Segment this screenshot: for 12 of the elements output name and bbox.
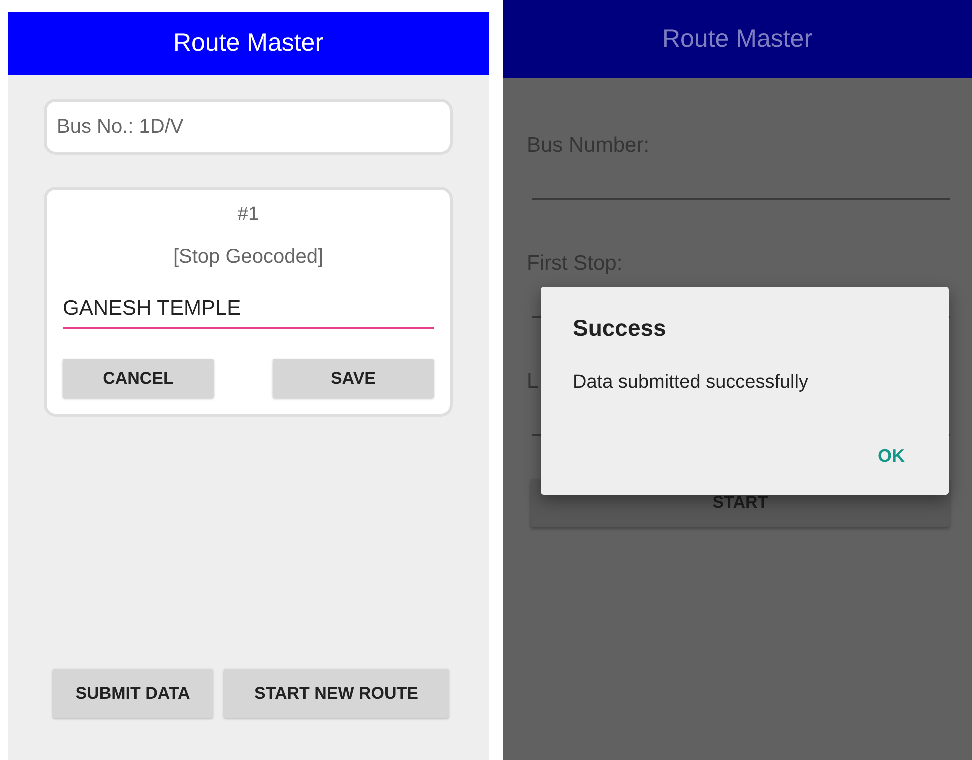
dialog-message: Data submitted successfully <box>573 372 810 394</box>
dialog-title: Success <box>573 315 668 342</box>
app-title: Route Master <box>662 24 813 54</box>
app-title: Route Master <box>173 29 324 58</box>
submit-data-button[interactable]: SUBMIT DATA <box>53 669 213 718</box>
stop-name-field[interactable]: GANESH TEMPLE <box>63 293 434 329</box>
stop-status: [Stop Geocoded] <box>172 246 325 269</box>
start-new-route-button[interactable]: START NEW ROUTE <box>224 669 449 718</box>
cancel-button[interactable]: CANCEL <box>63 359 214 398</box>
stop-number: #1 <box>236 204 260 226</box>
save-button[interactable]: SAVE <box>273 359 434 398</box>
bus-number-label: Bus No.: 1D/V <box>44 99 453 155</box>
